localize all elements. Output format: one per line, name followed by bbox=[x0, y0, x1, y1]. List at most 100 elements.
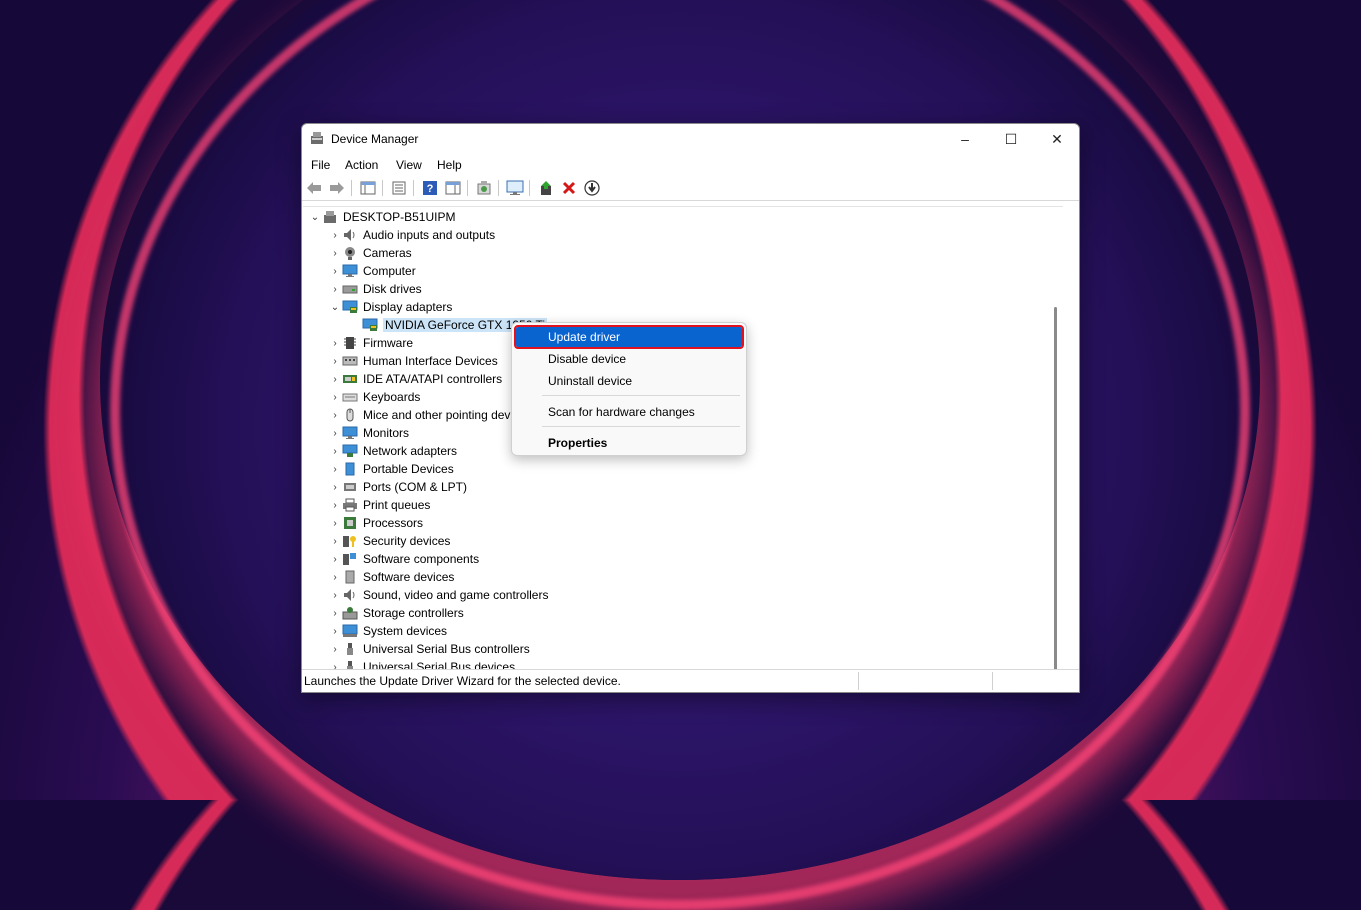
close-button[interactable]: ✕ bbox=[1034, 124, 1080, 154]
show-action-pane-button[interactable] bbox=[444, 179, 462, 197]
back-button[interactable] bbox=[305, 179, 323, 197]
chevron-right-icon[interactable]: › bbox=[328, 608, 342, 619]
update-driver-button[interactable] bbox=[537, 179, 555, 197]
help-button[interactable]: ? bbox=[421, 179, 439, 197]
tree-category-item[interactable]: › Print queues bbox=[328, 496, 430, 514]
chevron-right-icon[interactable]: › bbox=[328, 284, 342, 295]
chip-icon bbox=[342, 336, 358, 350]
chevron-right-icon[interactable]: › bbox=[328, 356, 342, 367]
show-hide-console-tree-button[interactable] bbox=[359, 179, 377, 197]
tree-item-label: Security devices bbox=[363, 534, 451, 548]
tree-category-item[interactable]: › Processors bbox=[328, 514, 423, 532]
tree-category-item[interactable]: › Software components bbox=[328, 550, 479, 568]
close-icon: ✕ bbox=[1051, 130, 1063, 147]
forward-button[interactable] bbox=[328, 179, 346, 197]
menu-action[interactable]: Action bbox=[345, 158, 378, 172]
vertical-scrollbar[interactable] bbox=[1054, 307, 1057, 669]
chevron-right-icon[interactable]: › bbox=[328, 572, 342, 583]
properties-button[interactable] bbox=[390, 179, 408, 197]
toolbar-separator bbox=[413, 180, 414, 196]
display-adapter-icon bbox=[342, 300, 358, 314]
toolbar-separator bbox=[467, 180, 468, 196]
tree-item-label: Ports (COM & LPT) bbox=[363, 480, 468, 494]
minimize-button[interactable]: – bbox=[942, 124, 988, 154]
action-pane-icon bbox=[445, 181, 461, 195]
tree-category-item[interactable]: › Disk drives bbox=[328, 280, 421, 298]
tree-category-item[interactable]: › Sound, video and game controllers bbox=[328, 586, 548, 604]
tree-category-item[interactable]: › Universal Serial Bus devices bbox=[328, 658, 515, 669]
chevron-right-icon[interactable]: › bbox=[328, 626, 342, 637]
chevron-right-icon[interactable]: › bbox=[328, 374, 342, 385]
chevron-right-icon[interactable]: › bbox=[328, 554, 342, 565]
processor-icon bbox=[342, 516, 358, 530]
tree-category-item[interactable]: › Network adapters bbox=[328, 442, 457, 460]
tree-category-item[interactable]: › Cameras bbox=[328, 244, 412, 262]
chevron-right-icon[interactable]: › bbox=[328, 644, 342, 655]
chevron-right-icon[interactable]: › bbox=[328, 266, 342, 277]
menu-item-properties[interactable]: Properties bbox=[516, 433, 742, 453]
tree-category-item[interactable]: › Firmware bbox=[328, 334, 413, 352]
tree-item-label: Software devices bbox=[363, 570, 455, 584]
chevron-right-icon[interactable]: › bbox=[328, 662, 342, 670]
enable-device-button[interactable] bbox=[583, 179, 601, 197]
chevron-right-icon[interactable]: › bbox=[328, 410, 342, 421]
tree-category-item[interactable]: › Audio inputs and outputs bbox=[328, 226, 495, 244]
monitor-icon bbox=[342, 426, 358, 440]
storage-icon bbox=[342, 606, 358, 620]
tree-category-item[interactable]: › Universal Serial Bus controllers bbox=[328, 640, 529, 658]
tree-category-item[interactable]: › Portable Devices bbox=[328, 460, 453, 478]
chevron-down-icon[interactable]: ⌄ bbox=[328, 302, 342, 313]
menu-file[interactable]: File bbox=[311, 158, 330, 172]
tree-category-item[interactable]: › Computer bbox=[328, 262, 415, 280]
tree-category-item[interactable]: › Software devices bbox=[328, 568, 454, 586]
menu-view[interactable]: View bbox=[396, 158, 422, 172]
tree-category-item[interactable]: › Ports (COM & LPT) bbox=[328, 478, 467, 496]
port-icon bbox=[342, 480, 358, 494]
tree-category-item[interactable]: › Security devices bbox=[328, 532, 450, 550]
chevron-right-icon[interactable]: › bbox=[328, 518, 342, 529]
scan-hardware-button[interactable] bbox=[475, 179, 493, 197]
network-icon bbox=[342, 444, 358, 458]
back-arrow-icon bbox=[307, 182, 321, 194]
menu-item-disable-device[interactable]: Disable device bbox=[516, 349, 742, 369]
tree-category-item[interactable]: › IDE ATA/ATAPI controllers bbox=[328, 370, 502, 388]
minimize-icon: – bbox=[961, 131, 969, 147]
status-bar: Launches the Update Driver Wizard for th… bbox=[302, 669, 1079, 692]
chevron-right-icon[interactable]: › bbox=[328, 482, 342, 493]
menu-item-update-driver[interactable]: Update driver bbox=[514, 325, 744, 349]
chevron-right-icon[interactable]: › bbox=[328, 446, 342, 457]
tree-item-label: System devices bbox=[363, 624, 448, 638]
tree-item-label: Sound, video and game controllers bbox=[363, 588, 549, 602]
tree-category-item[interactable]: › Keyboards bbox=[328, 388, 420, 406]
maximize-button[interactable]: ☐ bbox=[988, 124, 1034, 154]
menu-bar: File Action View Help bbox=[302, 154, 1079, 176]
tree-category-item[interactable]: › Human Interface Devices bbox=[328, 352, 497, 370]
monitor-button[interactable] bbox=[506, 179, 524, 197]
chevron-right-icon[interactable]: › bbox=[328, 590, 342, 601]
tree-category-item[interactable]: › Monitors bbox=[328, 424, 409, 442]
tree-category-item[interactable]: › Storage controllers bbox=[328, 604, 463, 622]
tree-root-label: DESKTOP-B51UIPM bbox=[343, 210, 456, 224]
chevron-right-icon[interactable]: › bbox=[328, 248, 342, 259]
controller-icon bbox=[342, 372, 358, 386]
menu-item-scan-hardware[interactable]: Scan for hardware changes bbox=[516, 402, 742, 422]
chevron-right-icon[interactable]: › bbox=[328, 500, 342, 511]
chevron-right-icon[interactable]: › bbox=[328, 464, 342, 475]
software-device-icon bbox=[342, 570, 358, 584]
chevron-right-icon[interactable]: › bbox=[328, 536, 342, 547]
chevron-right-icon[interactable]: › bbox=[328, 428, 342, 439]
menu-item-uninstall-device[interactable]: Uninstall device bbox=[516, 371, 742, 391]
menu-help[interactable]: Help bbox=[437, 158, 462, 172]
tree-item-label: Print queues bbox=[363, 498, 431, 512]
chevron-right-icon[interactable]: › bbox=[328, 392, 342, 403]
tree-category-item[interactable]: › Mice and other pointing devices bbox=[328, 406, 531, 424]
tree-category-item[interactable]: ⌄ Display adapters bbox=[328, 298, 453, 316]
chevron-down-icon[interactable]: ⌄ bbox=[308, 212, 322, 223]
uninstall-device-button[interactable] bbox=[560, 179, 578, 197]
tree-category-item[interactable]: › System devices bbox=[328, 622, 447, 640]
chevron-right-icon[interactable]: › bbox=[328, 230, 342, 241]
title-bar[interactable]: Device Manager – ☐ ✕ bbox=[302, 124, 1079, 154]
tree-root[interactable]: ⌄ DESKTOP-B51UIPM bbox=[308, 208, 456, 226]
chevron-right-icon[interactable]: › bbox=[328, 338, 342, 349]
speaker-icon bbox=[342, 228, 358, 242]
